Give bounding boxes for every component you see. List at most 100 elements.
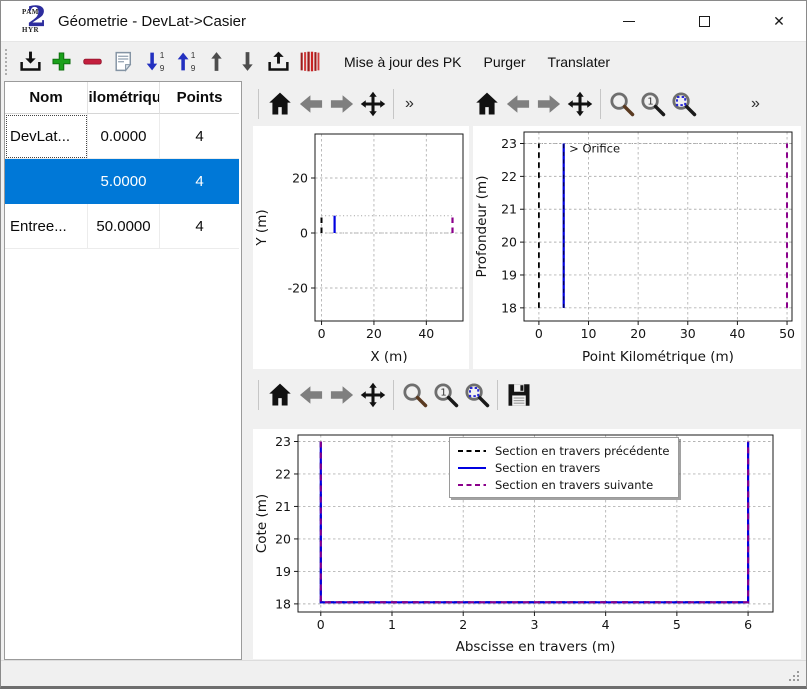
- svg-text:X (m): X (m): [370, 349, 407, 365]
- move-down-button[interactable]: [232, 45, 262, 79]
- save-icon: [505, 381, 533, 409]
- app-logo-icon: PAM 2 HYR: [22, 7, 49, 35]
- svg-text:21: 21: [501, 202, 517, 217]
- resize-grip[interactable]: [787, 669, 801, 683]
- update-pk-button[interactable]: Mise à jour des PK: [333, 47, 473, 77]
- logo-text-bottom: HYR: [22, 26, 39, 34]
- svg-text:22: 22: [275, 466, 291, 481]
- table-row[interactable]: DevLat... 0.0000 4: [5, 114, 241, 159]
- cell-nom[interactable]: Entree...: [5, 204, 88, 249]
- cell-kilometrique[interactable]: 50.0000: [88, 204, 160, 249]
- toolbar-overflow-button[interactable]: »: [745, 95, 766, 113]
- legend-swatch: [457, 448, 487, 454]
- plan-nav-toolbar: »: [253, 83, 420, 125]
- svg-text:4: 4: [602, 617, 610, 632]
- pan-button[interactable]: [564, 87, 595, 121]
- zoom-one-button[interactable]: 1: [430, 378, 461, 412]
- zoom-one-icon: 1: [639, 90, 667, 118]
- back-button[interactable]: [502, 87, 533, 121]
- header-label: Kilométrique: [88, 89, 160, 106]
- cell-nom[interactable]: [5, 159, 88, 204]
- forward-icon: [328, 90, 356, 118]
- legend-entry: Section en travers précédente: [457, 442, 669, 459]
- zoom-fit-icon: [670, 90, 698, 118]
- add-button[interactable]: [46, 45, 76, 79]
- svg-text:0: 0: [535, 326, 543, 341]
- table-row-selected[interactable]: 5.0000 4: [5, 159, 241, 204]
- cell-nom[interactable]: DevLat...: [5, 114, 88, 159]
- cell-points[interactable]: 4: [160, 114, 239, 159]
- home-icon: [266, 381, 294, 409]
- geometry-window: PAM 2 HYR Géometrie - DevLat->Casier ✕: [0, 0, 807, 689]
- maximize-button[interactable]: [681, 1, 727, 41]
- profile-nav-toolbar: 1 »: [471, 83, 766, 125]
- zoom-icon: [608, 90, 636, 118]
- legend-label: Section en travers suivante: [495, 478, 653, 492]
- cell-points[interactable]: 4: [160, 204, 239, 249]
- home-button[interactable]: [264, 87, 295, 121]
- legend-entry: Section en travers suivante: [457, 476, 669, 493]
- svg-text:21: 21: [275, 499, 291, 514]
- import-icon: [18, 49, 43, 74]
- home-icon: [473, 90, 501, 118]
- home-icon: [266, 90, 294, 118]
- cell-points[interactable]: 4: [160, 159, 239, 204]
- sort-descending-button[interactable]: 1 9: [139, 45, 169, 79]
- svg-text:18: 18: [501, 300, 517, 315]
- cell-kilometrique[interactable]: 0.0000: [88, 114, 160, 159]
- move-up-button[interactable]: [201, 45, 231, 79]
- svg-text:Cote (m): Cote (m): [254, 494, 270, 553]
- import-button[interactable]: [15, 45, 45, 79]
- export-button[interactable]: [263, 45, 293, 79]
- pan-icon: [359, 381, 387, 409]
- svg-text:1: 1: [440, 388, 446, 399]
- close-button[interactable]: ✕: [756, 1, 802, 41]
- svg-text:19: 19: [275, 564, 291, 579]
- translater-button[interactable]: Translater: [537, 47, 622, 77]
- svg-text:20: 20: [501, 235, 517, 250]
- column-header-kilometrique[interactable]: Kilométrique: [88, 82, 160, 114]
- column-header-nom[interactable]: Nom: [5, 82, 88, 114]
- save-button[interactable]: [503, 378, 534, 412]
- purger-button[interactable]: Purger: [473, 47, 537, 77]
- back-button[interactable]: [295, 378, 326, 412]
- zoom-one-button[interactable]: 1: [637, 87, 668, 121]
- home-button[interactable]: [264, 378, 295, 412]
- svg-text:1: 1: [388, 617, 396, 632]
- home-button[interactable]: [471, 87, 502, 121]
- table-row[interactable]: Entree... 50.0000 4: [5, 204, 241, 249]
- svg-text:22: 22: [501, 169, 517, 184]
- zoom-button[interactable]: [606, 87, 637, 121]
- svg-text:0: 0: [318, 326, 326, 341]
- forward-button[interactable]: [326, 87, 357, 121]
- remove-button[interactable]: [77, 45, 107, 79]
- update-pk-marks-button[interactable]: [294, 45, 324, 79]
- edit-icon: [111, 49, 136, 74]
- zoom-fit-button[interactable]: [461, 378, 492, 412]
- toolbar-drag-handle[interactable]: [5, 49, 9, 75]
- pan-button[interactable]: [357, 87, 388, 121]
- svg-text:1: 1: [190, 50, 195, 60]
- cell-kilometrique[interactable]: 5.0000: [88, 159, 160, 204]
- pan-button[interactable]: [357, 378, 388, 412]
- svg-text:20: 20: [630, 326, 646, 341]
- minimize-button[interactable]: [606, 1, 652, 41]
- plan-view-plot[interactable]: 02040-20020X (m)Y (m): [253, 126, 469, 369]
- edit-button[interactable]: [108, 45, 138, 79]
- svg-text:9: 9: [190, 63, 195, 73]
- back-button[interactable]: [295, 87, 326, 121]
- zoom-fit-icon: [463, 381, 491, 409]
- forward-button[interactable]: [326, 378, 357, 412]
- sort-ascending-button[interactable]: 1 9: [170, 45, 200, 79]
- zoom-button[interactable]: [399, 378, 430, 412]
- plot-legend: Section en travers précédente Section en …: [449, 437, 679, 498]
- remove-icon: [80, 49, 105, 74]
- pan-icon: [566, 90, 594, 118]
- plot-annotation: > Orifice: [569, 142, 620, 156]
- svg-text:9: 9: [159, 63, 164, 73]
- toolbar-overflow-button[interactable]: »: [399, 95, 420, 113]
- zoom-fit-button[interactable]: [668, 87, 699, 121]
- profile-view-plot[interactable]: 01020304050181920212223Point Kilométriqu…: [473, 126, 801, 369]
- forward-button[interactable]: [533, 87, 564, 121]
- column-header-points[interactable]: Points: [160, 82, 239, 114]
